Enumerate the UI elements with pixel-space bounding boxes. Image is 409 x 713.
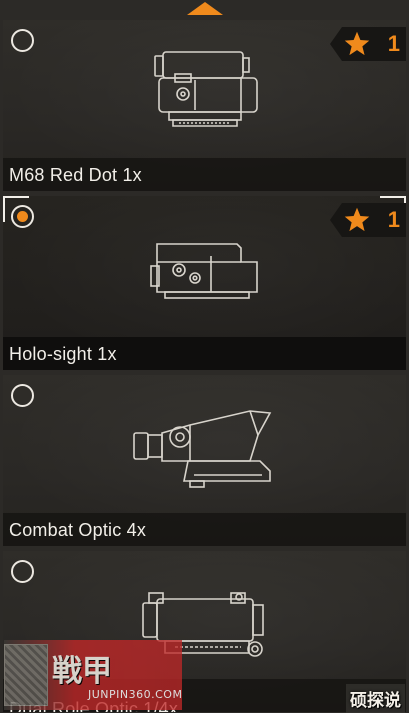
star-icon bbox=[344, 31, 370, 56]
star-count: 1 bbox=[387, 207, 400, 232]
radio-button[interactable] bbox=[11, 29, 34, 52]
watermark-chars: 戦甲 bbox=[52, 654, 112, 689]
list-item-holo-sight[interactable]: 1 Holo-sight 1x bbox=[3, 196, 406, 370]
list-item-m68-red-dot[interactable]: 1 M68 Red Dot 1x bbox=[3, 20, 406, 191]
list-item-combat-optic[interactable]: Combat Optic 4x bbox=[3, 375, 406, 546]
star-badge: 1 bbox=[330, 203, 406, 237]
radio-button-selected[interactable] bbox=[11, 205, 34, 228]
star-count: 1 bbox=[387, 31, 400, 56]
radio-button[interactable] bbox=[11, 384, 34, 407]
watermark-logo-icon bbox=[4, 644, 48, 706]
star-badge: 1 bbox=[330, 27, 406, 61]
item-label: M68 Red Dot 1x bbox=[9, 165, 142, 185]
scroll-up-arrow-icon[interactable] bbox=[187, 2, 223, 15]
m68-red-dot-scope-icon bbox=[145, 48, 265, 138]
watermark-site: JUNPIN360.COM bbox=[88, 688, 183, 701]
star-icon bbox=[344, 207, 370, 232]
site-watermark: 戦甲 JUNPIN360.COM bbox=[4, 640, 182, 710]
holo-sight-scope-icon bbox=[145, 236, 265, 306]
radio-button[interactable] bbox=[11, 560, 34, 583]
combat-optic-scope-icon bbox=[130, 405, 280, 495]
item-label: Combat Optic 4x bbox=[9, 520, 147, 540]
corner-watermark: 硕探说 bbox=[346, 684, 405, 713]
item-label: Holo-sight 1x bbox=[9, 344, 117, 364]
